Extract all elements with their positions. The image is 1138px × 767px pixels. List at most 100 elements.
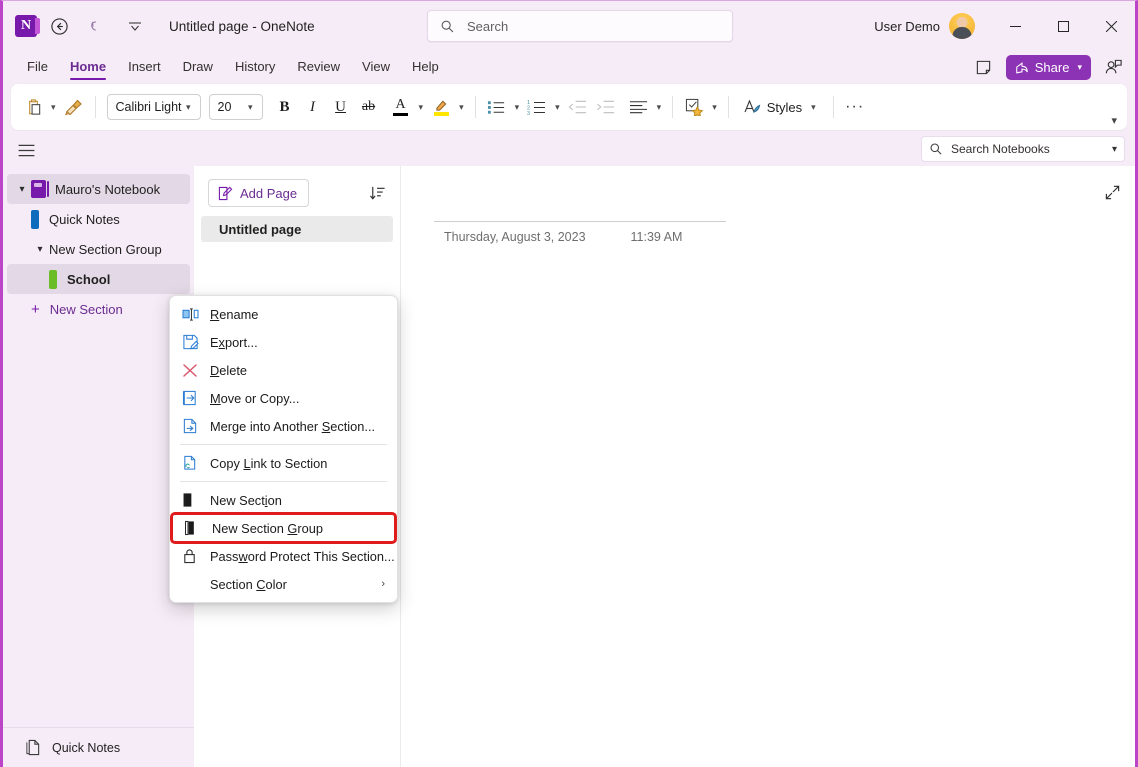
window-controls	[991, 1, 1135, 51]
tab-insert[interactable]: Insert	[118, 54, 171, 81]
tags-chevron-icon[interactable]: ▾	[708, 102, 721, 113]
window-title: Untitled page - OneNote	[169, 19, 315, 34]
format-painter-icon[interactable]	[60, 92, 88, 122]
bold-button[interactable]: B	[271, 92, 299, 122]
chevron-down-icon[interactable]: ▾	[13, 184, 31, 195]
add-people-icon[interactable]	[1099, 55, 1127, 81]
highlight-button[interactable]	[427, 92, 455, 122]
customize-quick-access-icon[interactable]	[119, 10, 151, 42]
context-menu-item-label: Delete	[210, 363, 247, 378]
note-time: 11:39 AM	[631, 230, 683, 244]
underline-button[interactable]: U	[327, 92, 355, 122]
strikethrough-button[interactable]: ab	[355, 92, 383, 122]
notebook-item-mauros-notebook[interactable]: ▾ Mauro's Notebook	[7, 174, 190, 204]
bold-label: B	[280, 99, 290, 116]
search-notebooks-placeholder: Search Notebooks	[951, 142, 1112, 156]
tab-review[interactable]: Review	[287, 54, 350, 81]
note-title-block[interactable]: Thursday, August 3, 2023 11:39 AM	[434, 221, 759, 244]
context-menu-item-rename[interactable]: Rename	[170, 300, 397, 328]
back-arrow-icon[interactable]	[43, 10, 75, 42]
new-section-icon	[182, 492, 206, 508]
tags-group: ▾	[680, 92, 721, 122]
new-section-button[interactable]: + New Section	[7, 294, 190, 324]
context-menu-item-delete[interactable]: Delete	[170, 356, 397, 384]
share-button[interactable]: Share ▾	[1006, 55, 1091, 80]
onenote-window: N Untitled page - OneNote Search User De…	[0, 0, 1138, 767]
align-left-icon[interactable]	[625, 92, 653, 122]
numbering-chevron-icon[interactable]: ▾	[551, 102, 564, 113]
bullet-list-icon[interactable]	[483, 92, 511, 122]
context-menu-item-new-section[interactable]: New Section	[170, 486, 397, 514]
paste-icon[interactable]	[19, 92, 47, 122]
user-account[interactable]: User Demo	[874, 1, 975, 51]
quick-notes-button[interactable]: Quick Notes	[3, 727, 194, 767]
font-size-select[interactable]: 20 ▾	[209, 94, 263, 120]
sidebar-item-new-section-group[interactable]: ▾ New Section Group	[7, 234, 190, 264]
minimize-button[interactable]	[991, 1, 1039, 51]
search-input[interactable]: Search	[427, 10, 733, 42]
search-notebooks-input[interactable]: Search Notebooks ▾	[921, 136, 1125, 162]
chevron-down-icon[interactable]: ▾	[1112, 144, 1117, 155]
context-menu-item-label: Export...	[210, 335, 258, 350]
sort-pages-icon[interactable]	[364, 180, 390, 206]
tags-icon[interactable]	[680, 92, 708, 122]
new-section-group-icon	[184, 520, 208, 536]
note-date: Thursday, August 3, 2023	[444, 230, 586, 244]
delete-x-icon	[182, 363, 206, 378]
ribbon-tab-bar: File Home Insert Draw History Review Vie…	[3, 51, 1135, 84]
sidebar-item-quick-notes[interactable]: Quick Notes	[7, 204, 190, 234]
sidebar-item-school[interactable]: School	[7, 264, 190, 294]
user-name: User Demo	[874, 19, 940, 34]
highlight-swatch	[434, 112, 449, 116]
tab-draw[interactable]: Draw	[173, 54, 223, 81]
page-list-item[interactable]: Untitled page	[201, 216, 393, 242]
context-menu-item-copy-link-to-section[interactable]: Copy Link to Section	[170, 449, 397, 477]
italic-button[interactable]: I	[299, 92, 327, 122]
align-chevron-icon[interactable]: ▾	[653, 102, 666, 113]
note-timestamp: Thursday, August 3, 2023 11:39 AM	[434, 222, 759, 244]
decrease-indent-icon[interactable]	[564, 92, 592, 122]
tab-view[interactable]: View	[352, 54, 400, 81]
move-copy-icon	[182, 390, 206, 406]
paste-options-chevron-icon[interactable]: ▾	[47, 102, 60, 113]
increase-indent-icon[interactable]	[592, 92, 620, 122]
context-menu-item-new-section-group[interactable]: New Section Group	[172, 514, 395, 542]
styles-button[interactable]: Styles ▾	[736, 92, 826, 122]
share-icon	[1015, 61, 1029, 75]
avatar[interactable]	[949, 13, 975, 39]
context-menu-item-section-color[interactable]: Section Color ›	[170, 570, 397, 598]
tab-file[interactable]: File	[17, 54, 58, 81]
note-canvas[interactable]: Thursday, August 3, 2023 11:39 AM	[401, 166, 1135, 767]
collapse-ribbon-icon[interactable]: ▾	[1111, 114, 1117, 127]
chevron-down-icon[interactable]: ▾	[31, 244, 49, 255]
tab-home[interactable]: Home	[60, 54, 116, 81]
highlight-chevron-icon[interactable]: ▾	[455, 102, 468, 113]
clipboard-group: ▾	[19, 92, 88, 122]
close-button[interactable]	[1087, 1, 1135, 51]
context-menu-item-export[interactable]: Export...	[170, 328, 397, 356]
tab-help[interactable]: Help	[402, 54, 449, 81]
section-context-menu: Rename Export... Delete	[169, 295, 398, 603]
more-commands-button[interactable]: ···	[841, 92, 869, 122]
tab-history[interactable]: History	[225, 54, 285, 81]
add-page-button[interactable]: Add Page	[208, 179, 309, 207]
context-menu-item-merge-into-another-section[interactable]: Merge into Another Section...	[170, 412, 397, 440]
sticky-note-icon[interactable]	[970, 55, 998, 81]
navigation-menu-icon[interactable]	[11, 137, 41, 163]
more-commands-label: ···	[845, 98, 864, 116]
font-color-chevron-icon[interactable]: ▾	[415, 102, 428, 113]
maximize-button[interactable]	[1039, 1, 1087, 51]
expand-page-icon[interactable]	[1101, 181, 1123, 203]
undo-icon[interactable]	[81, 10, 113, 42]
bullets-chevron-icon[interactable]: ▾	[511, 102, 524, 113]
context-menu-item-label: New Section	[210, 493, 282, 508]
context-menu-item-move-or-copy[interactable]: Move or Copy...	[170, 384, 397, 412]
font-color-button[interactable]: A	[387, 92, 415, 122]
numbered-list-icon[interactable]: 1 2 3	[523, 92, 551, 122]
export-icon	[182, 334, 206, 350]
quick-notes-label: Quick Notes	[52, 741, 120, 755]
font-name-value: Calibri Light	[116, 100, 182, 114]
notebook-icon	[31, 180, 46, 198]
context-menu-item-password-protect[interactable]: Password Protect This Section...	[170, 542, 397, 570]
font-name-select[interactable]: Calibri Light ▾	[107, 94, 201, 120]
